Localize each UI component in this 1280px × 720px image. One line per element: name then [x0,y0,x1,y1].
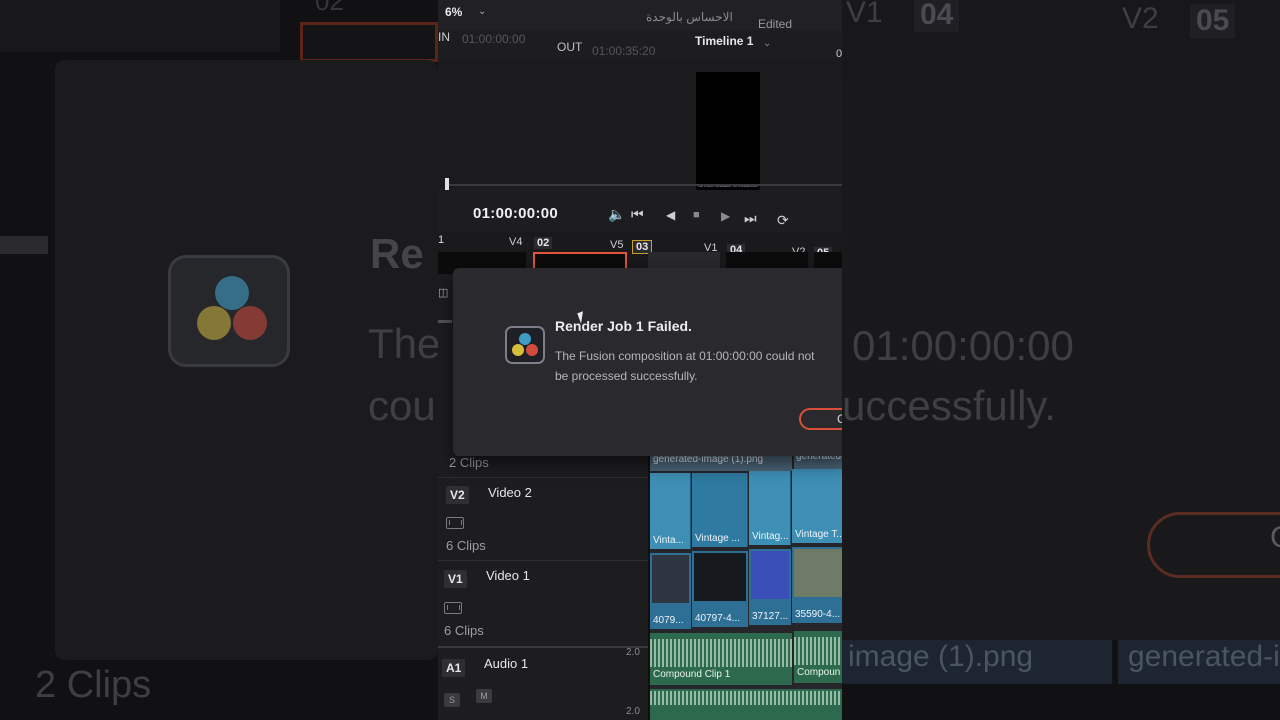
viewer-canvas[interactable]: No frame available for MediaOut1 [438,58,842,190]
track-id-v1[interactable]: V1 [444,570,467,588]
solo-button[interactable]: S [444,693,460,707]
clip-thumbnail [694,553,746,601]
background-right: V1 04 V2 05 01:00:00:00 uccessfully. C i… [842,0,1280,720]
edited-status: Edited [758,17,793,31]
playhead[interactable] [445,178,449,190]
track-divider [438,477,648,478]
timeline-selector[interactable]: Timeline 1 [695,34,753,48]
bg-resolve-logo [168,255,290,367]
left-toolbar: ◫ [438,280,452,440]
audio-clip[interactable]: Compound Clip 1 [650,633,792,685]
transport-controls: 01:00:00:00 🔈 ⏮ ◀ ■ ▶ ⏭ ⟳ [438,196,842,236]
render-icon[interactable]: ◫ [438,286,448,299]
clip-thumbnail [652,555,689,603]
loop-icon[interactable]: ⟳ [777,212,789,229]
dialog-title: Render Job 1 Failed. [555,318,692,334]
davinci-resolve-logo-icon [505,326,545,364]
out-label: OUT [557,40,583,54]
bg-top-bar [0,0,280,52]
track-id-a1[interactable]: A1 [442,659,466,677]
project-name: الاحساس بالوحدة [646,10,733,24]
bg-clips-count: 2 Clips [35,664,152,706]
dialog-message: The Fusion composition at 01:00:00:00 co… [555,349,815,383]
timeline-clip[interactable]: Vintag... [749,471,791,545]
strip-clip-number: 02 [534,237,553,249]
bg-track-04: 04 [914,0,960,32]
track-id-v2[interactable]: V2 [446,486,469,504]
scrub-bar[interactable] [446,184,842,186]
film-strip-icon [444,602,462,614]
bg-successfully-fragment: uccessfully. [842,382,1056,429]
bg-track-number: 02 [315,0,344,16]
chevron-down-icon[interactable]: ⌄ [478,6,486,17]
timeline-clip[interactable]: Vintage ... [692,473,748,547]
mute-button[interactable]: M [476,689,492,703]
clip-thumbnail [751,551,789,599]
track-divider [438,646,648,648]
audio-waveform [794,637,842,665]
stop-icon[interactable]: ■ [693,209,700,221]
bg-timecode-fragment: 01:00:00:00 [852,322,1074,369]
in-label: IN [438,30,450,44]
bg-clip-strip-1: image (1).png [842,640,1112,684]
close-button[interactable]: C [799,408,842,430]
track-divider [438,560,648,561]
audio-channels: 2.0 [626,647,640,658]
timeline-clip[interactable]: Vintage T... [792,469,842,543]
audio-channels: 2.0 [626,706,640,717]
bg-track-05: 05 [1190,4,1236,38]
chevron-down-icon[interactable]: ⌄ [763,38,771,49]
track-clip-count: 6 Clips [446,538,486,553]
audio-waveform [650,639,792,667]
timeline-area[interactable]: generated-image (1).png generated-i Vint… [648,445,842,720]
bg-clip-strip-2: generated-i [1118,640,1280,684]
bg-strip [0,236,48,254]
in-timecode: 01:00:00:00 [462,32,526,46]
bg-track-v1: V1 [846,0,883,29]
volume-icon[interactable]: 🔈 [608,206,625,223]
viewer-topbar: 6% ⌄ الاحساس بالوحدة Edited [438,0,842,31]
film-strip-icon [446,517,464,529]
timeline-clip[interactable]: 4079... [650,553,691,629]
skip-back-icon[interactable]: ⏮ [631,206,644,223]
bg-message-fragment-1: The [368,320,438,367]
strip-track-label: V4 [509,236,523,248]
background-left: 02 Re The cou 2 Clips [0,0,438,720]
timeline-clip[interactable]: 35590-4... [792,547,842,623]
timeline-clip[interactable]: 37127... [749,549,791,625]
toolbar-divider [438,320,452,323]
bg-selected-thumb [300,22,438,62]
track-clip-count: 2 Clips [449,455,489,470]
track-clip-count: 6 Clips [444,623,484,638]
timeline-clip[interactable]: Vinta... [650,473,691,549]
track-name-video-2[interactable]: Video 2 [488,485,532,500]
in-out-bar: IN 01:00:00:00 OUT 01:00:35:20 [438,30,842,58]
resolve-window: 6% ⌄ الاحساس بالوحدة Edited IN 01:00:00:… [438,0,842,720]
play-reverse-icon[interactable]: ◀ [666,208,675,222]
bg-button-fragment: C [1147,512,1280,578]
skip-forward-icon[interactable]: ⏭ [744,210,757,227]
strip-track-label: V5 [610,239,624,251]
play-icon[interactable]: ▶ [721,209,730,223]
bg-message-fragment-2: cou [368,382,436,429]
audio-waveform [650,691,842,705]
render-failed-dialog: Render Job 1 Failed. The Fusion composit… [453,268,842,456]
bg-title-fragment: Re [370,230,424,277]
strip-track-label: 1 [438,234,445,246]
audio-clip[interactable]: Compoun [794,631,842,683]
track-name-video-1[interactable]: Video 1 [486,568,530,583]
timeline-clip[interactable]: 40797-4... [692,551,748,627]
clip-thumbnail [794,549,842,597]
zoom-select[interactable]: 6% [445,5,462,19]
bg-track-v2: V2 [1122,2,1159,35]
track-name-audio-1[interactable]: Audio 1 [484,656,528,671]
current-timecode: 01:00:00:00 [473,205,559,222]
out-timecode: 01:00:35:20 [592,44,656,58]
viewer-frame: No frame available for MediaOut1 [696,72,760,190]
audio-clip[interactable] [650,689,842,720]
